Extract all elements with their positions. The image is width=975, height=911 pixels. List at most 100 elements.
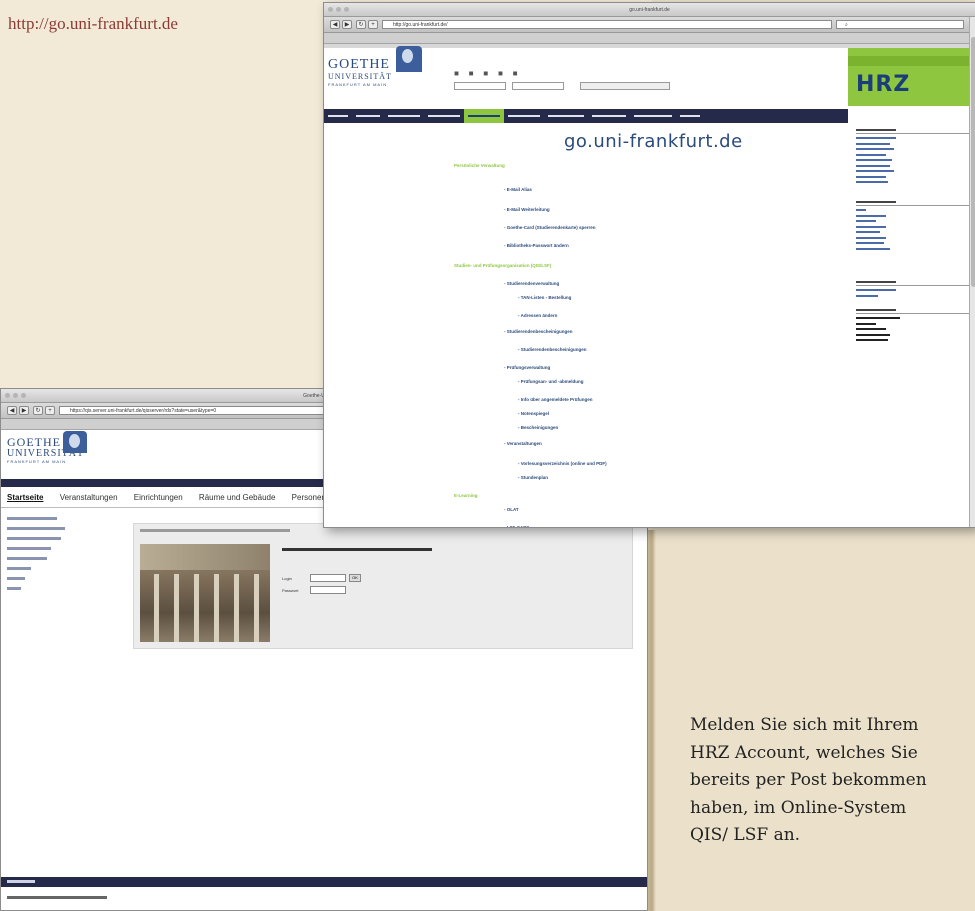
zoom-window-icon[interactable] bbox=[344, 7, 349, 12]
list-item[interactable]: - Bescheinigungen bbox=[518, 425, 558, 430]
sidebar-link[interactable] bbox=[856, 294, 878, 297]
sidebar-link[interactable] bbox=[856, 333, 890, 336]
sidebar-item[interactable] bbox=[7, 547, 51, 550]
header-keyword-input[interactable] bbox=[512, 82, 564, 90]
list-item[interactable]: - OLAT bbox=[504, 507, 519, 512]
header-search-input[interactable] bbox=[454, 82, 506, 90]
browser-search-field[interactable]: ⌕ bbox=[836, 20, 964, 29]
sidebar-link[interactable] bbox=[856, 236, 886, 239]
sidebar-link[interactable] bbox=[856, 159, 892, 161]
goethe-portrait-icon bbox=[396, 46, 422, 72]
sidebar-link[interactable] bbox=[856, 225, 886, 228]
list-item[interactable]: - Studierendenverwaltung bbox=[504, 281, 559, 286]
list-item[interactable]: - LSF-CAPS bbox=[504, 525, 529, 527]
go-university-logo: GOETHE UNIVERSITÄT FRANKFURT AM MAIN bbox=[328, 46, 422, 87]
sidebar-item[interactable] bbox=[7, 517, 57, 520]
sidebar-link[interactable] bbox=[856, 289, 896, 291]
go-main-nav bbox=[324, 109, 848, 123]
nav-item[interactable] bbox=[384, 109, 424, 123]
zoom-window-icon[interactable] bbox=[21, 393, 26, 398]
login-ok-button[interactable]: OK bbox=[349, 574, 361, 582]
sidebar-item[interactable] bbox=[7, 537, 61, 540]
sidebar-item[interactable] bbox=[7, 557, 47, 560]
sidebar-link[interactable] bbox=[856, 214, 886, 217]
list-item[interactable]: - E-Mail Alias bbox=[504, 187, 532, 192]
sidebar-link[interactable] bbox=[856, 170, 894, 172]
list-item[interactable]: - Bibliotheks-Passwort ändern bbox=[504, 243, 569, 248]
sidebar-link[interactable] bbox=[856, 322, 876, 325]
nav-item[interactable] bbox=[630, 109, 676, 123]
close-window-icon[interactable] bbox=[328, 7, 333, 12]
nav-item[interactable] bbox=[676, 109, 704, 123]
minimize-window-icon[interactable] bbox=[13, 393, 18, 398]
list-item[interactable]: - Studierendenbescheinigungen bbox=[504, 329, 573, 334]
sidebar-link[interactable] bbox=[856, 317, 900, 319]
reload-icon[interactable]: ↻ bbox=[33, 406, 43, 415]
list-item[interactable]: - E-Mail Weiterleitung bbox=[504, 207, 550, 212]
nav-item[interactable] bbox=[324, 109, 352, 123]
sidebar-link[interactable] bbox=[856, 181, 888, 183]
list-item[interactable]: - Adressen ändern bbox=[518, 313, 557, 318]
sidebar-link[interactable] bbox=[856, 220, 876, 222]
tab-personen[interactable]: Personen bbox=[292, 493, 326, 502]
list-item[interactable]: - Vorlesungsverzeichnis (online und PDF) bbox=[518, 461, 607, 466]
sidebar-link[interactable] bbox=[856, 153, 886, 156]
go-address-bar[interactable]: http://go.uni-frankfurt.de/ bbox=[382, 20, 832, 29]
sidebar-item[interactable] bbox=[7, 567, 31, 570]
password-label: Passwort bbox=[282, 588, 299, 593]
back-arrow-icon[interactable]: ◀ bbox=[330, 20, 340, 29]
nav-item[interactable] bbox=[544, 109, 588, 123]
vertical-scrollbar[interactable] bbox=[969, 17, 975, 527]
reload-icon[interactable]: ↻ bbox=[356, 20, 366, 29]
sidebar-link[interactable] bbox=[856, 247, 890, 250]
list-item[interactable]: - TAN-Listen - Bestellung bbox=[518, 295, 571, 300]
sidebar-link[interactable] bbox=[856, 209, 866, 211]
sidebar-item[interactable] bbox=[7, 527, 65, 530]
sidebar-link[interactable] bbox=[856, 242, 884, 244]
login-username-input[interactable] bbox=[310, 574, 346, 582]
list-item[interactable]: - Prüfungsan- und -abmeldung bbox=[518, 379, 584, 384]
sidebar-link[interactable] bbox=[856, 328, 886, 330]
list-item[interactable]: - Prüfungsverwaltung bbox=[504, 365, 550, 370]
sidebar-item[interactable] bbox=[7, 577, 25, 580]
tab-einrichtungen[interactable]: Einrichtungen bbox=[134, 493, 183, 502]
sidebar-item[interactable] bbox=[7, 587, 21, 590]
accessibility-icons[interactable]: ◼ ◼ ◼ ◼ ◼ bbox=[454, 70, 522, 77]
list-item[interactable]: - Info über angemeldete Prüfungen bbox=[518, 397, 593, 402]
list-item[interactable]: - Studierendenbescheinigungen bbox=[518, 347, 587, 352]
sidebar-link[interactable] bbox=[856, 339, 888, 341]
sidebar-link[interactable] bbox=[856, 164, 890, 167]
sidebar-link[interactable] bbox=[856, 142, 890, 145]
login-password-input[interactable] bbox=[310, 586, 346, 594]
list-category-heading: E-Learning bbox=[454, 493, 478, 498]
add-bookmark-icon[interactable]: + bbox=[45, 406, 55, 415]
sidebar-link[interactable] bbox=[856, 137, 896, 139]
list-item[interactable]: - Veranstaltungen bbox=[504, 441, 542, 446]
add-bookmark-icon[interactable]: + bbox=[368, 20, 378, 29]
nav-item[interactable] bbox=[424, 109, 464, 123]
scrollbar-thumb[interactable] bbox=[971, 37, 975, 287]
sidebar-link[interactable] bbox=[856, 231, 880, 233]
list-item[interactable]: - Notenspiegel bbox=[518, 411, 549, 416]
forward-arrow-icon[interactable]: ▶ bbox=[19, 406, 29, 415]
list-item[interactable]: - Goethe-Card (Studierendenkarte) sperre… bbox=[504, 225, 596, 230]
nav-item[interactable] bbox=[464, 109, 504, 123]
nav-item[interactable] bbox=[588, 109, 630, 123]
minimize-window-icon[interactable] bbox=[336, 7, 341, 12]
tab-startseite[interactable]: Startseite bbox=[7, 493, 43, 502]
quick-links-select[interactable] bbox=[580, 82, 670, 90]
forward-arrow-icon[interactable]: ▶ bbox=[342, 20, 352, 29]
nav-item[interactable] bbox=[352, 109, 384, 123]
campus-building-photo bbox=[140, 544, 270, 642]
back-arrow-icon[interactable]: ◀ bbox=[7, 406, 17, 415]
sidebar-link[interactable] bbox=[856, 148, 894, 150]
tab-veranstaltungen[interactable]: Veranstaltungen bbox=[60, 493, 118, 502]
tab-raeume-und-gebaeude[interactable]: Räume und Gebäude bbox=[199, 493, 276, 502]
list-item[interactable]: - Stundenplan bbox=[518, 475, 548, 480]
login-label: Login bbox=[282, 576, 292, 581]
close-window-icon[interactable] bbox=[5, 393, 10, 398]
nav-item[interactable] bbox=[504, 109, 544, 123]
sidebar-link[interactable] bbox=[856, 175, 886, 178]
sidebar-block bbox=[856, 309, 972, 345]
lsf-university-logo: GOETHE UNIVERSITÄT FRANKFURT AM MAIN bbox=[7, 431, 87, 464]
